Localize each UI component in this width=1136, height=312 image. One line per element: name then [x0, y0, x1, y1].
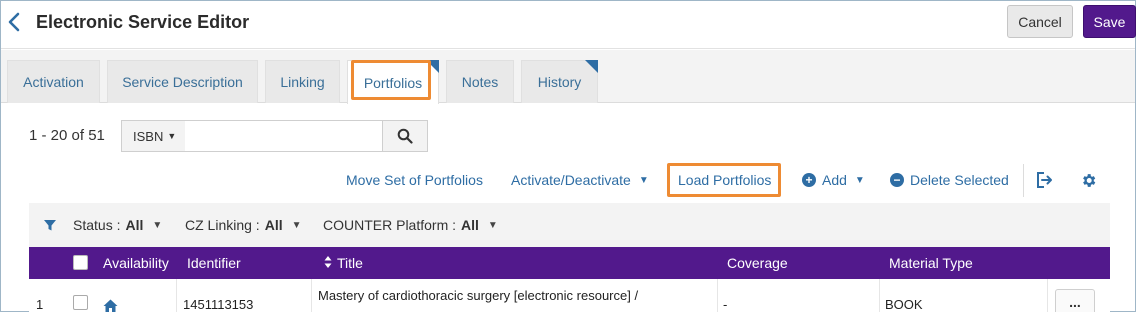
- select-all-checkbox[interactable]: [73, 255, 88, 270]
- load-portfolios-highlight: [667, 163, 781, 197]
- tab-label: Activation: [23, 74, 84, 90]
- move-set-of-portfolios-link[interactable]: Move Set of Portfolios: [346, 172, 483, 188]
- row-actions-button[interactable]: ...: [1055, 289, 1095, 312]
- row-identifier: 1451113153: [183, 297, 254, 312]
- filter-icon[interactable]: [43, 218, 57, 232]
- minus-circle-icon: −: [890, 173, 904, 187]
- row-coverage: -: [723, 297, 728, 312]
- action-label: Add: [822, 172, 847, 188]
- column-divider: [1047, 279, 1048, 312]
- search-input[interactable]: [185, 120, 383, 152]
- cancel-button[interactable]: Cancel: [1007, 5, 1073, 38]
- activate-deactivate-dropdown[interactable]: Activate/Deactivate ▼: [511, 172, 649, 188]
- cz-linking-filter[interactable]: CZ Linking : All ▼: [185, 217, 302, 233]
- tab-history[interactable]: History: [521, 60, 598, 103]
- caret-down-icon: ▼: [152, 219, 163, 231]
- column-divider: [717, 279, 718, 312]
- search-button[interactable]: [382, 120, 428, 152]
- filter-bar: Status : All ▼ CZ Linking : All ▼ COUNTE…: [29, 203, 1110, 247]
- caret-down-icon: ▼: [854, 174, 865, 186]
- filter-value: All: [264, 217, 283, 233]
- tab-label: Service Description: [122, 74, 243, 90]
- tab-activation[interactable]: Activation: [7, 60, 100, 103]
- toolbar-divider: [1023, 164, 1024, 197]
- row-material-type: BOOK: [885, 297, 923, 312]
- table-header: Availability Identifier Title Coverage M…: [29, 247, 1110, 279]
- gear-icon[interactable]: [1078, 170, 1098, 190]
- delete-selected-link[interactable]: − Delete Selected: [890, 172, 1009, 188]
- portfolios-tab-highlight: [351, 60, 431, 100]
- filter-label: Status :: [73, 217, 121, 233]
- column-header-identifier[interactable]: Identifier: [187, 255, 241, 271]
- table-row[interactable]: 1 1451113153 Mastery of cardiothoracic s…: [29, 279, 1110, 312]
- row-checkbox[interactable]: [73, 295, 88, 310]
- column-header-material-type[interactable]: Material Type: [889, 255, 973, 271]
- counter-platform-filter[interactable]: COUNTER Platform : All ▼: [323, 217, 498, 233]
- filter-value: All: [125, 217, 144, 233]
- column-header-availability[interactable]: Availability: [103, 255, 169, 271]
- caret-down-icon: ▼: [638, 174, 649, 186]
- export-icon[interactable]: [1034, 170, 1054, 190]
- add-dropdown[interactable]: + Add ▼: [802, 172, 865, 188]
- tab-bar: Activation Service Description Linking P…: [1, 50, 1135, 104]
- filter-label: COUNTER Platform :: [323, 217, 457, 233]
- tab-label: Notes: [461, 74, 499, 90]
- column-divider: [176, 279, 177, 312]
- row-title-link[interactable]: Mastery of cardiothoracic surgery [elect…: [318, 288, 638, 303]
- filter-label: CZ Linking :: [185, 217, 260, 233]
- home-icon: [103, 299, 118, 312]
- page-header: Electronic Service Editor Cancel Save: [1, 1, 1136, 49]
- plus-circle-icon: +: [802, 173, 816, 187]
- tab-corner-marker: [585, 60, 598, 73]
- action-label: Move Set of Portfolios: [346, 172, 483, 188]
- result-count: 1 - 20 of 51: [29, 127, 105, 144]
- page-title: Electronic Service Editor: [36, 12, 250, 32]
- caret-down-icon: ▼: [291, 219, 302, 231]
- search-type-dropdown[interactable]: ISBN ▼: [121, 120, 186, 152]
- caret-down-icon: ▼: [167, 131, 177, 141]
- action-label: Activate/Deactivate: [511, 172, 631, 188]
- row-index: 1: [36, 297, 44, 312]
- caret-down-icon: ▼: [487, 219, 498, 231]
- column-header-title[interactable]: Title: [337, 255, 363, 271]
- sort-icon[interactable]: [324, 255, 332, 272]
- column-header-coverage[interactable]: Coverage: [727, 255, 788, 271]
- search-type-label: ISBN: [133, 128, 164, 144]
- tab-service-description[interactable]: Service Description: [107, 60, 258, 103]
- tab-linking[interactable]: Linking: [265, 60, 340, 103]
- tab-label: Linking: [280, 74, 325, 90]
- filter-value: All: [461, 217, 479, 233]
- back-chevron-icon[interactable]: [7, 10, 23, 34]
- status-filter[interactable]: Status : All ▼: [73, 217, 162, 233]
- action-label: Delete Selected: [910, 172, 1009, 188]
- tab-notes[interactable]: Notes: [446, 60, 514, 103]
- column-divider: [311, 279, 312, 312]
- search-icon: [397, 128, 413, 144]
- save-button[interactable]: Save: [1083, 5, 1136, 38]
- tab-label: History: [537, 74, 582, 90]
- column-divider: [879, 279, 880, 312]
